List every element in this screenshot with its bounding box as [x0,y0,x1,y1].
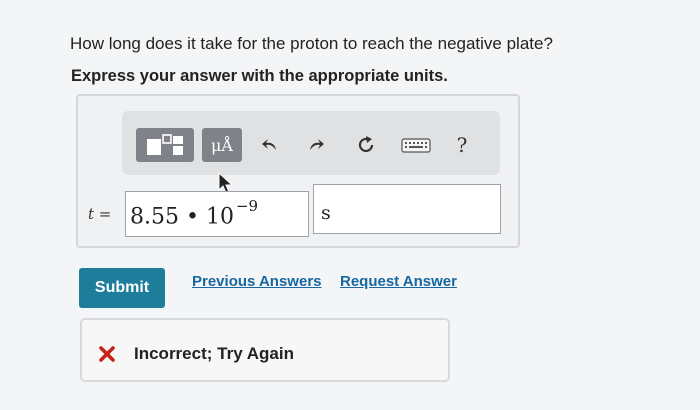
math-toolbar: μÅ ? [122,111,500,175]
feedback-box: Incorrect; Try Again [80,318,450,382]
templates-icon [147,134,184,155]
help-button[interactable]: ? [450,133,474,157]
value-mantissa: 8.55 [130,204,179,230]
previous-answers-link[interactable]: Previous Answers [192,273,322,290]
keyboard-icon[interactable] [400,133,432,157]
unit-value: s [321,202,331,224]
undo-icon[interactable] [258,133,282,157]
request-answer-link[interactable]: Request Answer [340,273,457,290]
variable-label: t = [88,205,112,223]
value-base: 10 [205,204,234,230]
answer-instruction: Express your answer with the appropriate… [71,67,448,85]
value-input[interactable]: 8.55 • 10 −9 [125,191,309,237]
question-text: How long does it take for the proton to … [70,34,553,53]
feedback-text: Incorrect; Try Again [134,344,294,363]
multiply-dot: • [185,204,199,230]
submit-button[interactable]: Submit [79,268,165,308]
redo-icon[interactable] [304,133,328,157]
unit-input[interactable]: s [313,184,501,234]
units-button[interactable]: μÅ [202,128,242,162]
templates-button[interactable] [136,128,194,162]
x-icon [99,346,115,362]
value-exponent: −9 [235,197,259,215]
reset-icon[interactable] [354,133,378,157]
